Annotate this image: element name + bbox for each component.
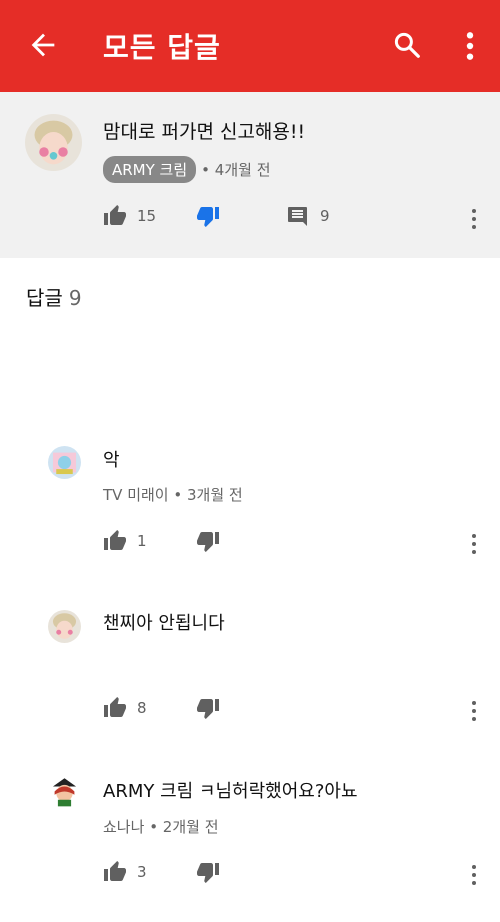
comment-meta: ARMY 크림 • 4개월 전	[103, 156, 271, 183]
parent-comment: 맘대로 퍼가면 신고해용!! ARMY 크림 • 4개월 전 15 9	[0, 92, 500, 258]
page-title: 모든 답글	[103, 31, 221, 64]
thumbs-down-icon	[197, 532, 219, 552]
replies-header: 답글 9	[26, 282, 82, 311]
dislike-button[interactable]	[196, 204, 220, 228]
comment-icon	[288, 207, 307, 226]
reply-meta: TV 미래이 • 3개월 전	[103, 484, 243, 505]
more-vert-icon[interactable]	[466, 699, 482, 723]
like-button[interactable]: 15	[103, 204, 156, 228]
reply-time: • 3개월 전	[173, 486, 243, 504]
reply-button[interactable]: 9	[286, 204, 330, 228]
search-icon[interactable]	[392, 30, 422, 60]
more-vert-icon[interactable]	[466, 532, 482, 556]
thumbs-up-icon	[104, 697, 126, 717]
reply-author[interactable]: TV 미래이	[103, 486, 169, 504]
reply-actions: 1	[0, 529, 500, 559]
like-button[interactable]: 8	[103, 696, 147, 720]
avatar[interactable]	[48, 610, 81, 643]
more-vert-icon[interactable]	[458, 30, 482, 62]
thumbs-down-icon	[197, 863, 219, 883]
replies-count: 9	[68, 286, 82, 310]
like-button[interactable]: 1	[103, 529, 147, 553]
thumbs-up-icon	[104, 205, 126, 225]
like-count: 3	[137, 863, 147, 881]
thumbs-up-icon	[104, 861, 126, 881]
dislike-button[interactable]	[196, 860, 220, 884]
dislike-button[interactable]	[196, 529, 220, 553]
more-vert-icon[interactable]	[466, 207, 482, 231]
reply-author[interactable]: 쇼나나	[103, 818, 144, 836]
reply-actions: 3	[0, 860, 500, 890]
like-count: 15	[137, 207, 157, 225]
reply-text: ARMY 크림 ㅋ님허락했어요?아뇨	[103, 781, 358, 802]
thumbs-down-icon	[197, 207, 219, 227]
replies-label: 답글	[26, 286, 63, 310]
avatar[interactable]	[48, 446, 81, 479]
reply-text: 챈찌아 안됩니다	[103, 613, 225, 634]
reply-time: • 2개월 전	[149, 818, 219, 836]
author-chip[interactable]: ARMY 크림	[103, 156, 197, 183]
thumbs-down-icon	[197, 699, 219, 719]
more-vert-icon[interactable]	[466, 863, 482, 887]
app-bar: 모든 답글	[0, 0, 500, 92]
reply-text: 악	[103, 450, 120, 471]
thumbs-up-icon	[104, 530, 126, 550]
like-button[interactable]: 3	[103, 860, 147, 884]
dislike-button[interactable]	[196, 696, 220, 720]
reply-actions: 8	[0, 696, 500, 726]
back-arrow-icon[interactable]	[26, 28, 60, 62]
reply-meta: 쇼나나 • 2개월 전	[103, 816, 219, 837]
avatar[interactable]	[48, 775, 81, 808]
reply-count: 9	[320, 207, 330, 225]
comment-text: 맘대로 퍼가면 신고해용!!	[103, 121, 306, 143]
comment-time: • 4개월 전	[201, 161, 271, 179]
like-count: 1	[137, 532, 147, 550]
comment-actions: 15 9	[0, 204, 500, 234]
avatar[interactable]	[25, 114, 82, 171]
like-count: 8	[137, 699, 147, 717]
